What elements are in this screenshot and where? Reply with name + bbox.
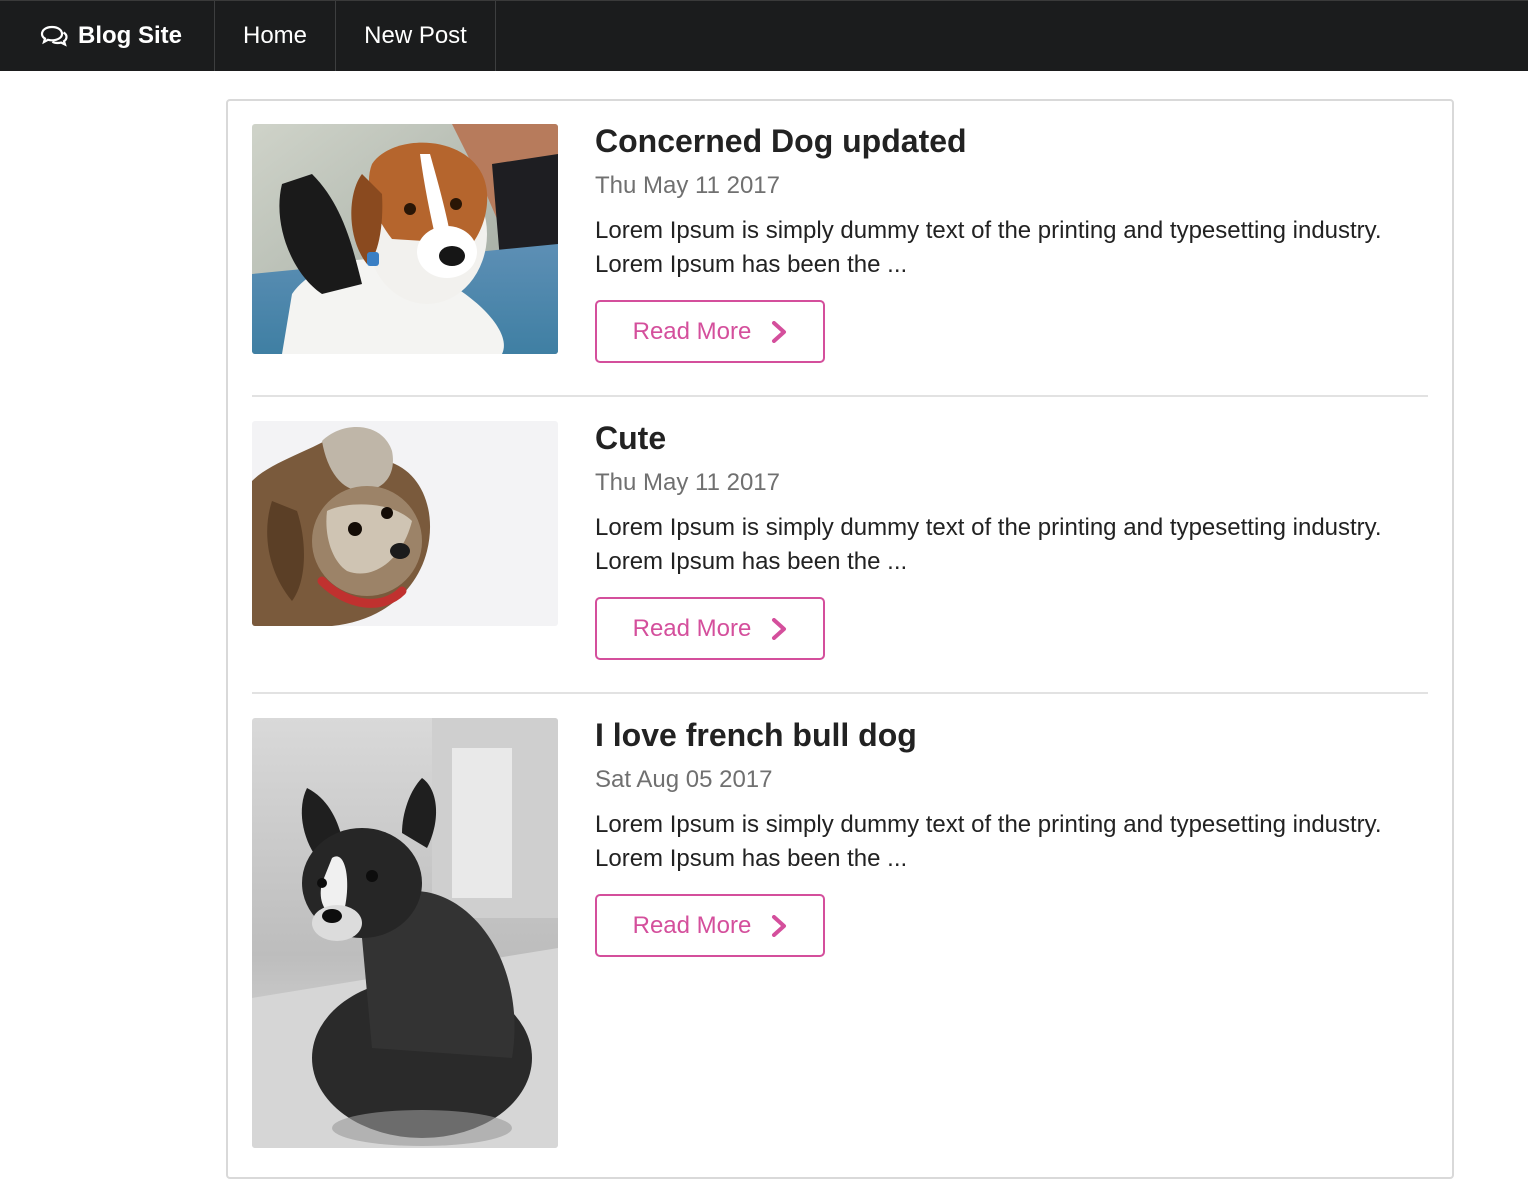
- post-date: Thu May 11 2017: [595, 172, 781, 199]
- post-divider: [252, 692, 1428, 694]
- brand-label: Blog Site: [77, 22, 182, 49]
- read-more-button[interactable]: Read More: [595, 597, 825, 660]
- post-body: Cute Thu May 11 2017 Lorem Ipsum is simp…: [595, 421, 1425, 660]
- read-more-label: Read More: [632, 614, 752, 642]
- post-body: I love french bull dog Sat Aug 05 2017 L…: [595, 718, 1425, 957]
- post-excerpt: Lorem Ipsum is simply dummy text of the …: [595, 811, 1382, 872]
- post-title[interactable]: Cute: [595, 421, 1425, 455]
- post-item: I love french bull dog Sat Aug 05 2017 L…: [252, 718, 1428, 1158]
- brand-link[interactable]: Blog Site: [0, 1, 215, 71]
- terrier-photo[interactable]: [252, 421, 558, 626]
- post-body: Concerned Dog updated Thu May 11 2017 Lo…: [595, 124, 1425, 363]
- chevron-right-icon: [771, 914, 787, 937]
- post-excerpt: Lorem Ipsum is simply dummy text of the …: [595, 514, 1382, 575]
- beagle-photo[interactable]: [252, 124, 558, 354]
- french-bulldog-photo[interactable]: [252, 718, 558, 1148]
- posts-card: Concerned Dog updated Thu May 11 2017 Lo…: [226, 99, 1454, 1179]
- post-date: Thu May 11 2017: [595, 469, 781, 496]
- top-navbar: Blog Site Home New Post: [0, 0, 1528, 71]
- comments-icon: [40, 24, 68, 48]
- read-more-label: Read More: [632, 317, 752, 345]
- post-divider: [252, 395, 1428, 397]
- post-title[interactable]: Concerned Dog updated: [595, 124, 1425, 158]
- read-more-button[interactable]: Read More: [595, 300, 825, 363]
- chevron-right-icon: [771, 617, 787, 640]
- nav-new-post[interactable]: New Post: [336, 1, 496, 71]
- post-date: Sat Aug 05 2017: [595, 766, 773, 793]
- read-more-label: Read More: [632, 911, 752, 939]
- chevron-right-icon: [771, 320, 787, 343]
- nav-home[interactable]: Home: [215, 1, 336, 71]
- post-item: Cute Thu May 11 2017 Lorem Ipsum is simp…: [252, 421, 1428, 661]
- read-more-button[interactable]: Read More: [595, 894, 825, 957]
- post-excerpt: Lorem Ipsum is simply dummy text of the …: [595, 217, 1382, 278]
- post-title[interactable]: I love french bull dog: [595, 718, 1425, 752]
- post-item: Concerned Dog updated Thu May 11 2017 Lo…: [252, 124, 1428, 364]
